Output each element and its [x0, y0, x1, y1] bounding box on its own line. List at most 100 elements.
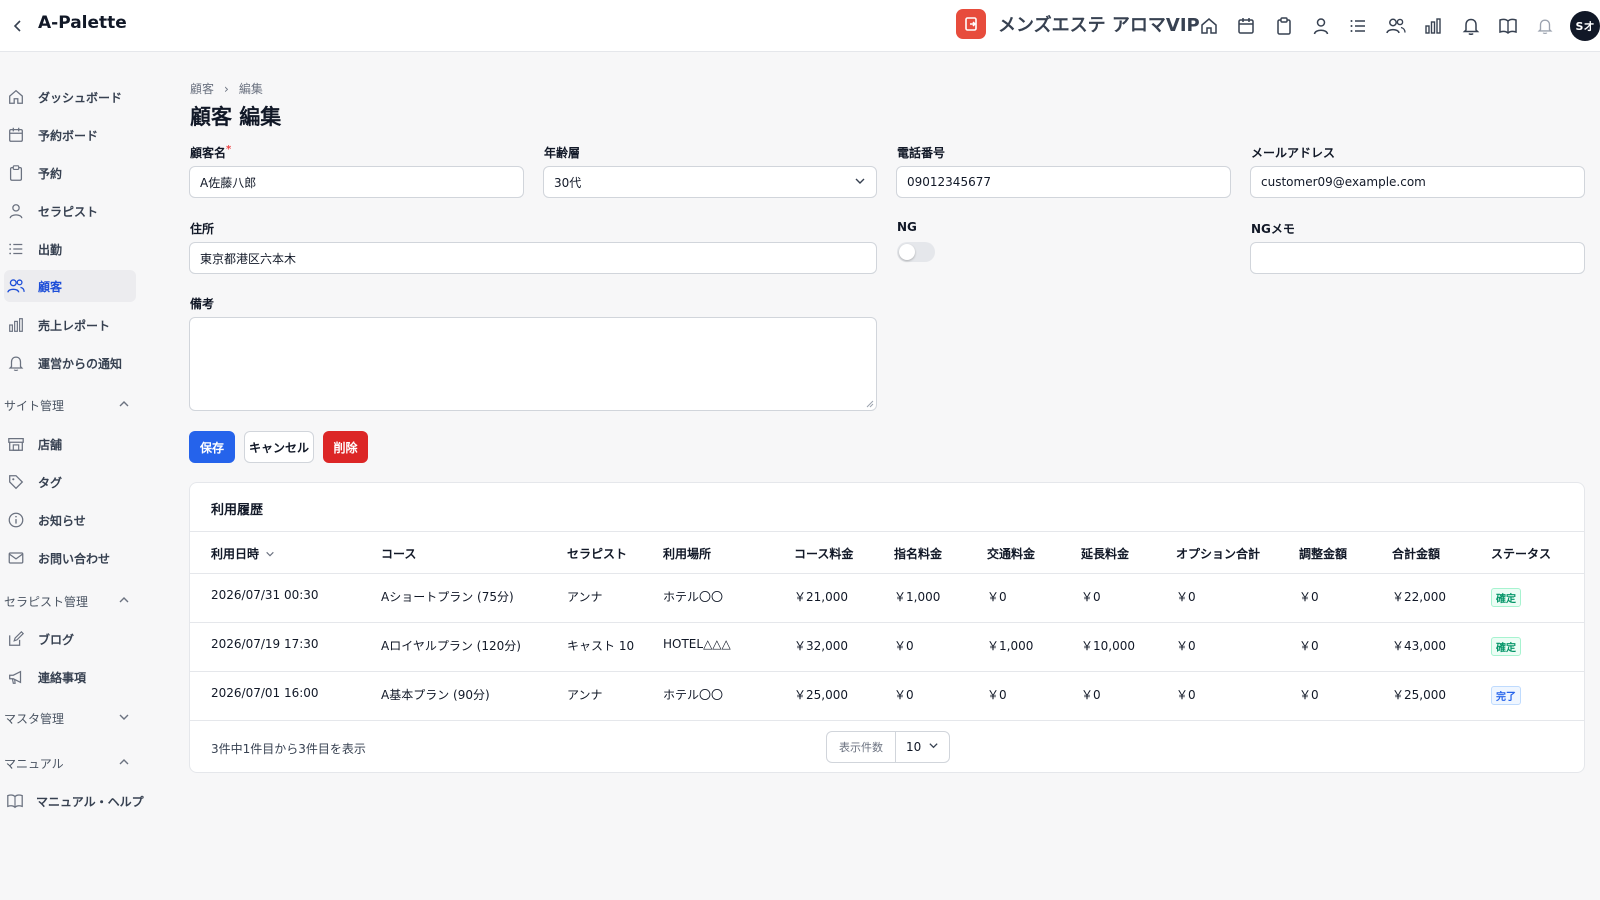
sidebar-item-customer[interactable]: 顧客 [4, 270, 136, 302]
avatar[interactable]: Sオ [1570, 11, 1600, 41]
sidebar-item-manual-help[interactable]: マニュアル・ヘルプ [4, 785, 144, 817]
ng-toggle[interactable] [897, 242, 935, 262]
chevron-up-icon [118, 756, 130, 771]
usage-history-card: 利用履歴 利用日時 コース セラピスト 利用場所 コース料金 指名料金 交通料金… [189, 482, 1585, 773]
breadcrumb: 顧客 › 編集 [190, 80, 263, 97]
sidebar-item-label: 売上レポート [38, 318, 111, 333]
cell-transport-fee: ￥0 [987, 688, 1007, 702]
sidebar-group-therapist-management[interactable]: セラピスト管理 [4, 590, 130, 612]
sidebar-item-tag[interactable]: タグ [4, 466, 136, 498]
cell-course: A基本プラン (90分) [381, 688, 490, 702]
sidebar-item-label: 予約ボード [38, 128, 99, 143]
sidebar-item-label: お知らせ [38, 513, 86, 528]
brand: メンズエステ アロマVIP [956, 9, 1200, 39]
home-icon[interactable] [1196, 13, 1222, 39]
address-input[interactable] [189, 242, 877, 274]
cell-adjustment: ￥0 [1299, 590, 1319, 604]
sidebar-item-label: セラピスト [38, 204, 99, 219]
cell-therapist: アンナ [567, 688, 603, 702]
cell-place: ホテル〇〇 [663, 590, 724, 604]
sidebar-item-reservation-board[interactable]: 予約ボード [4, 119, 136, 151]
sidebar-item-news[interactable]: お知らせ [4, 504, 136, 536]
ng-memo-input[interactable] [1250, 242, 1585, 274]
cell-option-total: ￥0 [1176, 590, 1196, 604]
cancel-button[interactable]: キャンセル [244, 431, 314, 463]
list-icon [6, 239, 26, 259]
calendar-icon[interactable] [1233, 13, 1259, 39]
phone-label: 電話番号 [897, 146, 946, 160]
sidebar-item-dashboard[interactable]: ダッシュボード [4, 81, 136, 113]
save-button[interactable]: 保存 [189, 431, 235, 463]
book-icon[interactable] [1495, 13, 1521, 39]
cell-total: ￥22,000 [1392, 590, 1446, 604]
column-header-place: 利用場所 [663, 547, 712, 561]
resize-handle-icon[interactable] [866, 400, 874, 408]
group-label: サイト管理 [4, 398, 65, 413]
sidebar-item-therapist[interactable]: セラピスト [4, 195, 136, 227]
bell-icon[interactable] [1458, 13, 1484, 39]
cell-place: HOTEL△△△ [663, 637, 731, 651]
email-input[interactable] [1250, 166, 1585, 198]
column-header-extension-fee: 延長料金 [1081, 547, 1130, 561]
column-header-course-fee: コース料金 [794, 547, 854, 561]
list-icon[interactable] [1345, 13, 1371, 39]
cell-transport-fee: ￥0 [987, 590, 1007, 604]
cell-course-fee: ￥32,000 [794, 639, 848, 653]
clipboard-icon [6, 163, 26, 183]
column-header-course: コース [381, 547, 417, 561]
customer-name-input[interactable] [189, 166, 524, 198]
bar-chart-icon[interactable] [1420, 13, 1446, 39]
age-label: 年齢層 [544, 146, 581, 160]
divider [190, 531, 1584, 532]
cell-extension-fee: ￥10,000 [1081, 639, 1135, 653]
sidebar-group-site-management[interactable]: サイト管理 [4, 394, 130, 416]
sidebar-group-manual[interactable]: マニュアル [4, 752, 130, 774]
clipboard-icon[interactable] [1271, 13, 1297, 39]
phone-input[interactable] [896, 166, 1231, 198]
cell-transport-fee: ￥1,000 [987, 639, 1034, 653]
page-size-value-box[interactable]: 10 [896, 732, 949, 762]
required-mark: * [226, 144, 232, 155]
users-icon [6, 276, 26, 296]
cell-course: Aロイヤルプラン (120分) [381, 639, 521, 653]
sidebar-item-reservation[interactable]: 予約 [4, 157, 136, 189]
sidebar-item-label: マニュアル・ヘルプ [36, 794, 144, 809]
column-header-option-total: オプション合計 [1176, 547, 1261, 561]
page-size-select[interactable]: 表示件数 10 [826, 731, 950, 763]
sidebar-item-sales-report[interactable]: 売上レポート [4, 309, 136, 341]
sidebar-group-master-management[interactable]: マスタ管理 [4, 707, 130, 729]
notification-icon[interactable] [1532, 13, 1558, 39]
sidebar-item-blog[interactable]: ブログ [4, 623, 136, 655]
column-header-transport-fee: 交通料金 [987, 547, 1036, 561]
sidebar-item-label: タグ [38, 475, 63, 490]
sidebar-item-label: 出勤 [38, 242, 63, 257]
app-title: A-Palette [38, 13, 127, 33]
sidebar-item-inquiry[interactable]: お問い合わせ [4, 542, 136, 574]
cell-course-fee: ￥25,000 [794, 688, 848, 702]
delete-button[interactable]: 削除 [323, 431, 368, 463]
breadcrumb-current: 編集 [238, 82, 263, 96]
column-header-date[interactable]: 利用日時 [211, 545, 275, 562]
brand-logo-icon [956, 9, 986, 39]
user-icon[interactable] [1308, 13, 1334, 39]
sidebar-item-operator-notice[interactable]: 運営からの通知 [4, 347, 136, 379]
sidebar: ダッシュボード 予約ボード 予約 セラピスト 出勤 顧客 売上レポート 運営から… [0, 52, 146, 900]
column-header-status: ステータス [1491, 547, 1552, 561]
age-select-value: 30代 [554, 175, 582, 190]
age-select[interactable]: 30代 [543, 166, 877, 198]
sidebar-item-notices[interactable]: 連絡事項 [4, 661, 136, 693]
row-divider [190, 622, 1584, 623]
cell-adjustment: ￥0 [1299, 688, 1319, 702]
sidebar-item-store[interactable]: 店舗 [4, 428, 136, 460]
sidebar-item-label: 予約 [38, 166, 63, 181]
store-icon [6, 434, 26, 454]
breadcrumb-parent[interactable]: 顧客 [190, 80, 214, 97]
back-chevron-icon[interactable] [6, 14, 30, 38]
users-icon[interactable] [1383, 13, 1409, 39]
cell-date: 2026/07/01 16:00 [211, 686, 319, 700]
notes-textarea[interactable] [189, 317, 877, 411]
book-icon [6, 791, 24, 811]
cell-extension-fee: ￥0 [1081, 688, 1101, 702]
cell-extension-fee: ￥0 [1081, 590, 1101, 604]
sidebar-item-attendance[interactable]: 出勤 [4, 233, 136, 265]
